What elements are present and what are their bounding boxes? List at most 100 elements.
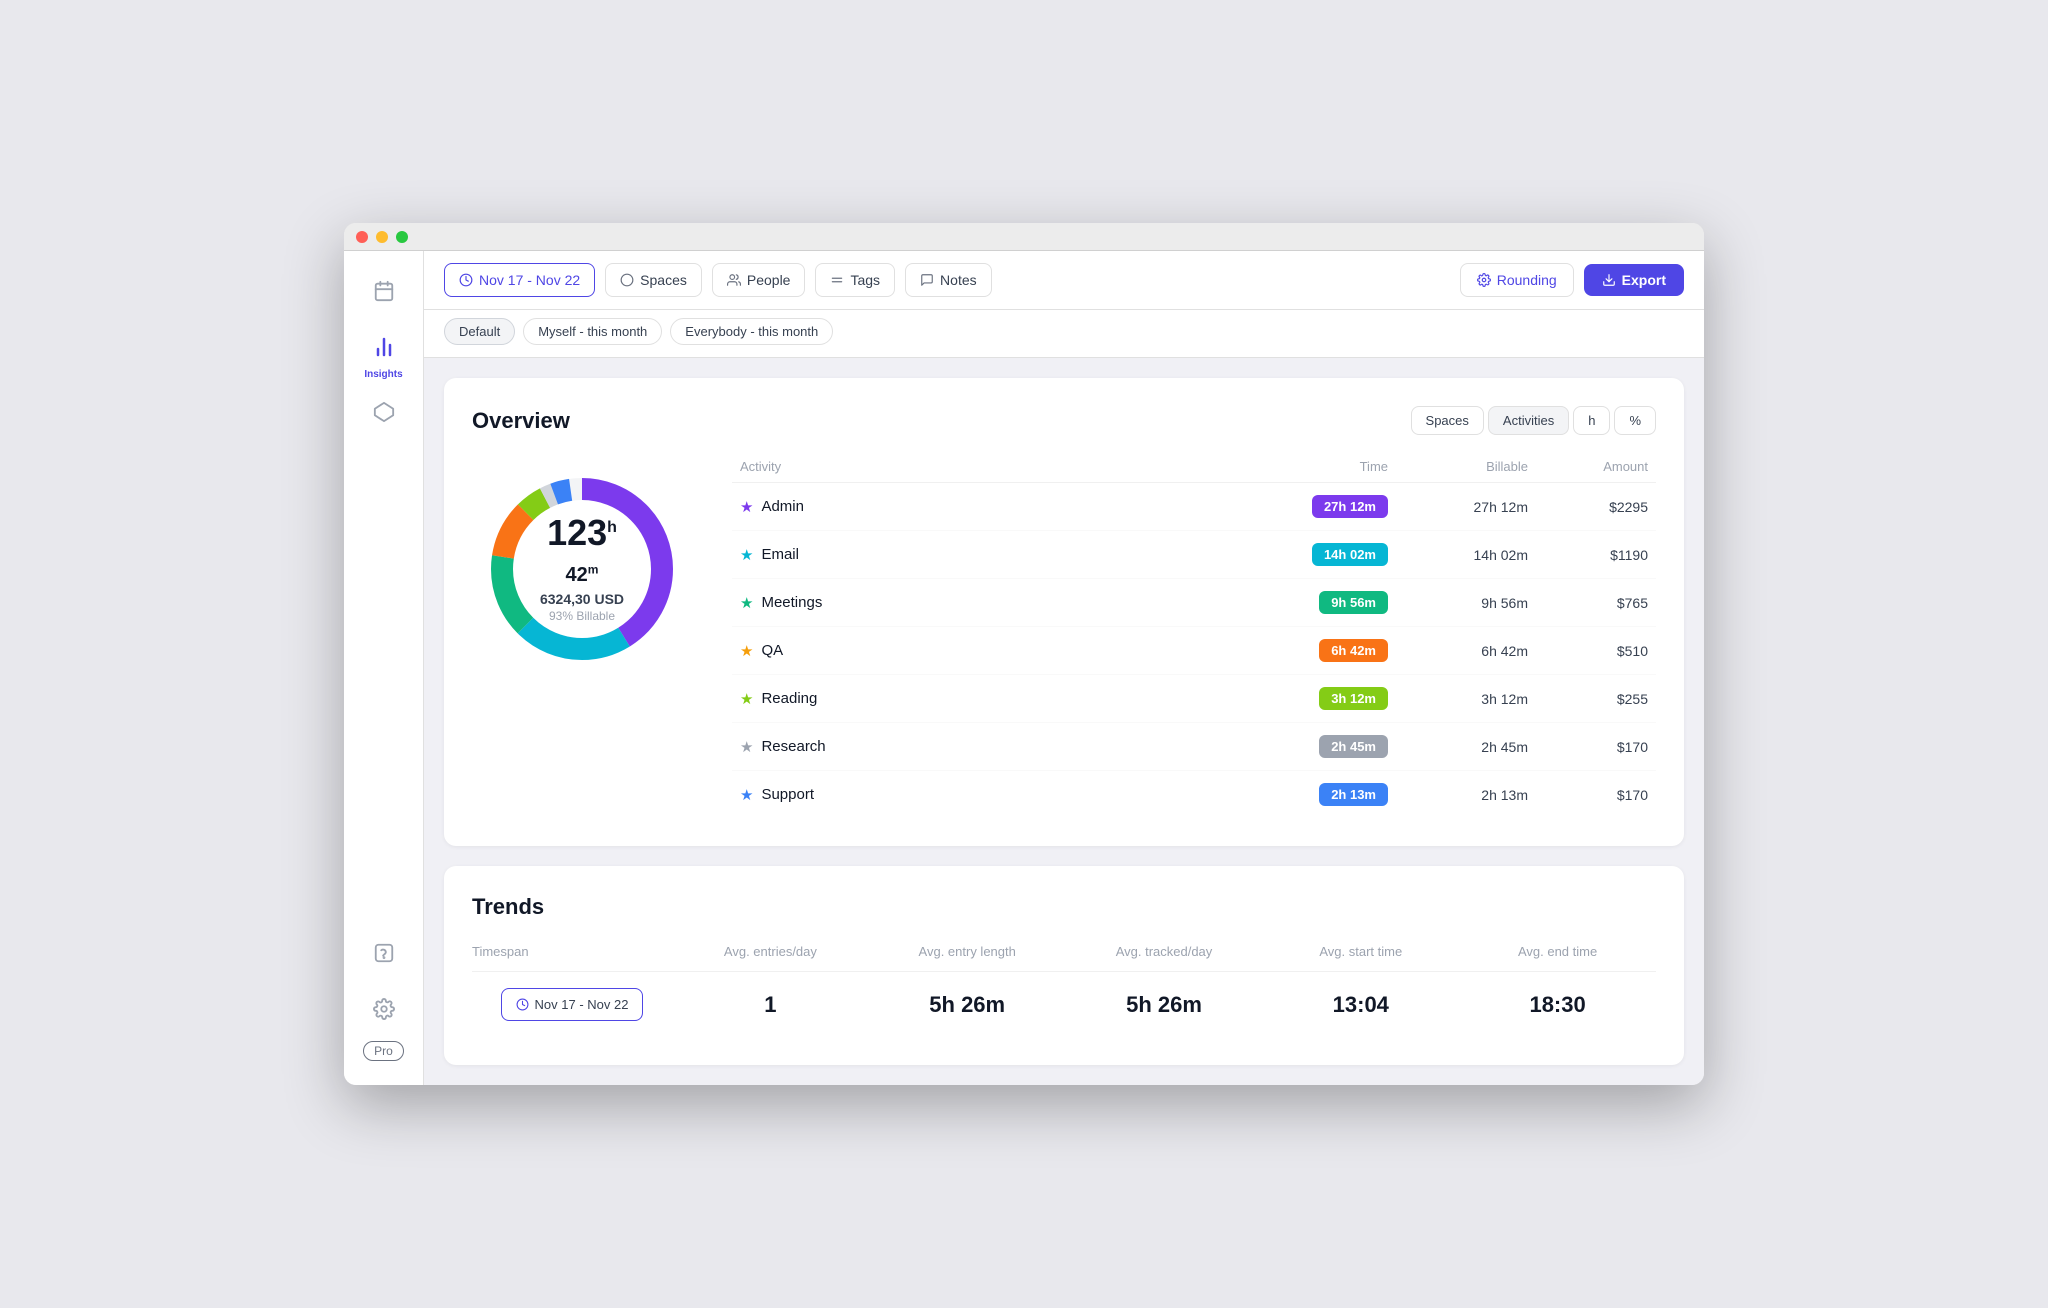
sidebar-item-settings[interactable] [360, 985, 408, 1033]
time-badge: 3h 12m [1319, 687, 1388, 710]
billable-cell: 14h 02m [1388, 547, 1528, 563]
billable-cell: 6h 42m [1388, 643, 1528, 659]
table-row: ★ QA 6h 42m 6h 42m $510 [732, 627, 1656, 675]
sidebar-item-insights[interactable] [360, 323, 408, 371]
export-label: Export [1622, 272, 1666, 288]
amount-cell: $255 [1528, 691, 1648, 707]
activity-name: ★ Support [740, 786, 1228, 804]
sidebar: Insights [344, 251, 424, 1085]
activity-name: ★ Admin [740, 498, 1228, 516]
date-range-button[interactable]: Nov 17 - Nov 22 [444, 263, 595, 297]
activity-label: Research [761, 738, 825, 755]
activity-label: Email [761, 546, 799, 563]
filter-row: Default Myself - this month Everybody - … [424, 310, 1704, 358]
time-cell: 14h 02m [1228, 543, 1388, 566]
trends-card: Trends Timespan Avg. entries/day Avg. en… [444, 866, 1684, 1065]
activity-name: ★ Research [740, 738, 1228, 756]
spaces-button[interactable]: Spaces [605, 263, 702, 297]
star-icon: ★ [740, 738, 753, 756]
sidebar-item-help[interactable] [360, 929, 408, 977]
trends-col-entry-length: Avg. entry length [869, 944, 1066, 959]
toggle-percent[interactable]: % [1614, 406, 1656, 435]
toggle-activities[interactable]: Activities [1488, 406, 1569, 435]
maximize-button[interactable] [396, 231, 408, 243]
export-button[interactable]: Export [1584, 264, 1684, 296]
time-badge: 2h 45m [1319, 735, 1388, 758]
filter-everybody[interactable]: Everybody - this month [670, 318, 833, 345]
overview-title: Overview [472, 408, 570, 434]
billable-cell: 9h 56m [1388, 595, 1528, 611]
time-cell: 2h 45m [1228, 735, 1388, 758]
time-badge: 6h 42m [1319, 639, 1388, 662]
donut-billable: 93% Billable [527, 609, 637, 623]
pro-badge[interactable]: Pro [363, 1041, 404, 1061]
activity-label: Support [761, 786, 814, 803]
trends-table: Timespan Avg. entries/day Avg. entry len… [472, 944, 1656, 1037]
trends-date-button[interactable]: Nov 17 - Nov 22 [501, 988, 644, 1021]
sidebar-item-calendar[interactable] [360, 267, 408, 315]
activity-label: Admin [761, 498, 804, 515]
sidebar-item-diamond[interactable] [360, 388, 408, 436]
people-button[interactable]: People [712, 263, 806, 297]
billable-cell: 27h 12m [1388, 499, 1528, 515]
trends-start: 13:04 [1262, 992, 1459, 1018]
people-label: People [747, 272, 791, 288]
billable-cell: 2h 45m [1388, 739, 1528, 755]
amount-cell: $2295 [1528, 499, 1648, 515]
trends-end: 18:30 [1459, 992, 1656, 1018]
trends-col-timespan: Timespan [472, 944, 672, 959]
spaces-label: Spaces [640, 272, 687, 288]
amount-cell: $170 [1528, 739, 1648, 755]
donut-usd: 6324,30 USD [527, 591, 637, 607]
minimize-button[interactable] [376, 231, 388, 243]
toggle-h[interactable]: h [1573, 406, 1610, 435]
trends-col-tracked: Avg. tracked/day [1066, 944, 1263, 959]
filter-default[interactable]: Default [444, 318, 515, 345]
time-cell: 9h 56m [1228, 591, 1388, 614]
time-cell: 2h 13m [1228, 783, 1388, 806]
donut-hours: 123h 42m [527, 515, 637, 587]
donut-center: 123h 42m 6324,30 USD 93% Billable [527, 515, 637, 623]
toggle-spaces[interactable]: Spaces [1411, 406, 1484, 435]
amount-cell: $170 [1528, 787, 1648, 803]
notes-button[interactable]: Notes [905, 263, 992, 297]
table-row: ★ Admin 27h 12m 27h 12m $2295 [732, 483, 1656, 531]
rounding-button[interactable]: Rounding [1460, 263, 1574, 297]
star-icon: ★ [740, 498, 753, 516]
title-bar [344, 223, 1704, 251]
table-row: ★ Meetings 9h 56m 9h 56m $765 [732, 579, 1656, 627]
activity-label: QA [761, 642, 783, 659]
filter-myself[interactable]: Myself - this month [523, 318, 662, 345]
star-icon: ★ [740, 786, 753, 804]
scroll-area[interactable]: Overview Spaces Activities h % [424, 358, 1704, 1085]
app-body: Insights [344, 251, 1704, 1085]
time-cell: 3h 12m [1228, 687, 1388, 710]
toolbar: Nov 17 - Nov 22 Spaces People Tags Notes [424, 251, 1704, 310]
billable-cell: 3h 12m [1388, 691, 1528, 707]
amount-cell: $1190 [1528, 547, 1648, 563]
table-row: ★ Support 2h 13m 2h 13m $170 [732, 771, 1656, 818]
tags-label: Tags [850, 272, 880, 288]
main-content: Nov 17 - Nov 22 Spaces People Tags Notes [424, 251, 1704, 1085]
header-activity: Activity [740, 459, 1228, 474]
activity-rows: ★ Admin 27h 12m 27h 12m $2295 ★ Email 14… [732, 483, 1656, 818]
close-button[interactable] [356, 231, 368, 243]
trends-entries: 1 [672, 992, 869, 1018]
time-badge: 9h 56m [1319, 591, 1388, 614]
donut-chart: 123h 42m 6324,30 USD 93% Billable [472, 459, 692, 679]
trends-header-row: Trends [472, 894, 1656, 920]
overview-header: Overview Spaces Activities h % [472, 406, 1656, 435]
star-icon: ★ [740, 642, 753, 660]
time-badge: 14h 02m [1312, 543, 1388, 566]
activity-name: ★ QA [740, 642, 1228, 660]
tags-button[interactable]: Tags [815, 263, 895, 297]
trends-data-row: Nov 17 - Nov 22 1 5h 26m 5h 26m 13:04 18… [472, 972, 1656, 1037]
overview-body: 123h 42m 6324,30 USD 93% Billable Activi… [472, 459, 1656, 818]
overview-toggles: Spaces Activities h % [1411, 406, 1656, 435]
billable-cell: 2h 13m [1388, 787, 1528, 803]
app-window: Insights [344, 223, 1704, 1085]
overview-card: Overview Spaces Activities h % [444, 378, 1684, 846]
trends-date-label: Nov 17 - Nov 22 [535, 997, 629, 1012]
trends-entry-length: 5h 26m [869, 992, 1066, 1018]
activity-label: Reading [761, 690, 817, 707]
